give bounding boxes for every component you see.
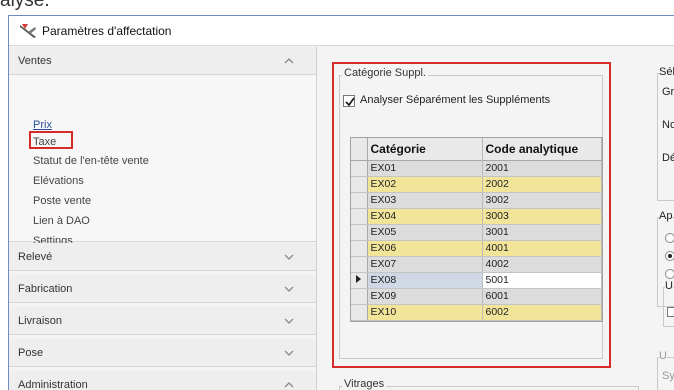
row-selector[interactable] [351, 272, 368, 289]
field-label: Gro [662, 86, 674, 98]
table-row[interactable]: EX06 4001 [351, 240, 602, 257]
table-row[interactable]: EX10 6002 [351, 304, 602, 321]
table-row[interactable]: EX03 3002 [351, 192, 602, 209]
sidebar-section-label: Livraison [18, 315, 63, 327]
sidebar-section-releve[interactable]: Relevé [9, 243, 316, 271]
sidebar-item-poste-vente[interactable]: Poste vente [33, 195, 91, 207]
group-title: Ap [659, 210, 673, 222]
sidebar-item-taxe[interactable]: Taxe [33, 136, 56, 148]
categorie-cell[interactable]: EX03 [367, 192, 483, 209]
table-row[interactable]: EX05 3001 [351, 224, 602, 241]
sidebar-section-pose[interactable]: Pose [9, 339, 316, 367]
field-label: Sy [662, 370, 674, 382]
grid-header-row: Catégorie Code analytique [351, 138, 602, 161]
right-panel-partial: Sél Gro No. Déc Ap U U Sy [653, 47, 674, 390]
categorie-cell[interactable]: EX04 [367, 208, 483, 225]
categorie-cell[interactable]: EX10 [367, 304, 483, 321]
code-cell[interactable]: 2001 [482, 160, 602, 177]
field-label: No. [662, 119, 674, 131]
row-selector[interactable] [351, 304, 368, 321]
row-selector[interactable] [351, 176, 368, 193]
option-radio-3[interactable] [665, 269, 674, 279]
categorie-cell[interactable]: EX01 [367, 160, 483, 177]
categorie-cell[interactable]: EX08 [367, 272, 483, 289]
sidebar-section-label: Fabrication [18, 283, 73, 295]
code-cell[interactable]: 3001 [482, 224, 602, 241]
background-text-fragment: alyse. [0, 0, 50, 11]
categorie-grid: Catégorie Code analytique EX01 2001 EX02… [350, 137, 603, 322]
option-checkbox[interactable] [667, 307, 674, 317]
group-title: Catégorie Suppl. [342, 67, 428, 79]
chevron-down-icon[interactable] [282, 282, 296, 296]
chevron-up-icon[interactable] [282, 54, 296, 68]
sidebar-item-lien-dao[interactable]: Lien à DAO [33, 215, 90, 227]
row-selector[interactable] [351, 256, 368, 273]
code-cell[interactable]: 4001 [482, 240, 602, 257]
code-cell[interactable]: 4002 [482, 256, 602, 273]
code-cell[interactable]: 6002 [482, 304, 602, 321]
code-cell[interactable]: 3002 [482, 192, 602, 209]
tools-icon [19, 23, 37, 39]
sidebar-section-administration[interactable]: Administration [9, 371, 316, 390]
sidebar: Ventes Prix Taxe Statut de l'en-tête ven… [9, 47, 317, 390]
categorie-cell[interactable]: EX05 [367, 224, 483, 241]
chevron-up-icon[interactable] [282, 378, 296, 390]
title-bar: Paramètres d'affectation [9, 16, 674, 46]
categorie-cell[interactable]: EX09 [367, 288, 483, 305]
table-row[interactable]: EX09 6001 [351, 288, 602, 305]
row-header-corner [351, 138, 368, 161]
row-selector[interactable] [351, 208, 368, 225]
settings-window: Paramètres d'affectation Ventes Prix Tax… [8, 15, 674, 390]
row-selector[interactable] [351, 240, 368, 257]
table-row-current[interactable]: EX08 5001 [351, 272, 602, 289]
table-row[interactable]: EX07 4002 [351, 256, 602, 273]
sidebar-section-label: Pose [18, 347, 44, 359]
main-panel: Catégorie Suppl. Analyser Séparément les… [318, 47, 674, 390]
field-label: Déc [662, 152, 674, 164]
row-selector[interactable] [351, 160, 368, 177]
option-radio-1[interactable] [665, 233, 674, 243]
current-row-arrow-icon [356, 275, 362, 283]
sidebar-section-label: Ventes [18, 55, 52, 67]
code-cell[interactable]: 3003 [482, 208, 602, 225]
sidebar-section-label: Relevé [18, 251, 53, 263]
sidebar-item-statut[interactable]: Statut de l'en-tête vente [33, 155, 149, 167]
window-title: Paramètres d'affectation [42, 24, 172, 38]
group-title: U [665, 280, 673, 292]
sidebar-section-livraison[interactable]: Livraison [9, 307, 316, 335]
column-header-categorie[interactable]: Catégorie [367, 138, 483, 161]
group-title: Sél [659, 66, 674, 78]
chevron-down-icon[interactable] [282, 346, 296, 360]
ventes-items: Prix Taxe Statut de l'en-tête vente Elév… [9, 76, 316, 247]
analyser-separement-checkbox[interactable] [343, 95, 355, 107]
chevron-down-icon[interactable] [282, 314, 296, 328]
group-title: Vitrages [342, 378, 387, 390]
code-cell[interactable]: 2002 [482, 176, 602, 193]
table-row[interactable]: EX01 2001 [351, 160, 602, 177]
table-row[interactable]: EX02 2002 [351, 176, 602, 193]
checkbox-label: Analyser Séparément les Suppléments [360, 94, 551, 106]
table-row[interactable]: EX04 3003 [351, 208, 602, 225]
categorie-cell[interactable]: EX06 [367, 240, 483, 257]
sidebar-item-elevations[interactable]: Elévations [33, 175, 84, 187]
sidebar-item-prix[interactable]: Prix [33, 119, 52, 131]
column-header-code[interactable]: Code analytique [482, 138, 602, 161]
sidebar-section-label: Administration [18, 379, 88, 390]
sidebar-section-fabrication[interactable]: Fabrication [9, 275, 316, 303]
row-selector[interactable] [351, 288, 368, 305]
row-selector[interactable] [351, 224, 368, 241]
categorie-cell[interactable]: EX07 [367, 256, 483, 273]
row-selector[interactable] [351, 192, 368, 209]
sidebar-section-ventes[interactable]: Ventes [9, 47, 316, 75]
chevron-down-icon[interactable] [282, 250, 296, 264]
code-cell[interactable]: 5001 [482, 272, 602, 289]
option-radio-2[interactable] [665, 251, 674, 261]
categorie-cell[interactable]: EX02 [367, 176, 483, 193]
group-title: U [659, 350, 667, 362]
code-cell[interactable]: 6001 [482, 288, 602, 305]
